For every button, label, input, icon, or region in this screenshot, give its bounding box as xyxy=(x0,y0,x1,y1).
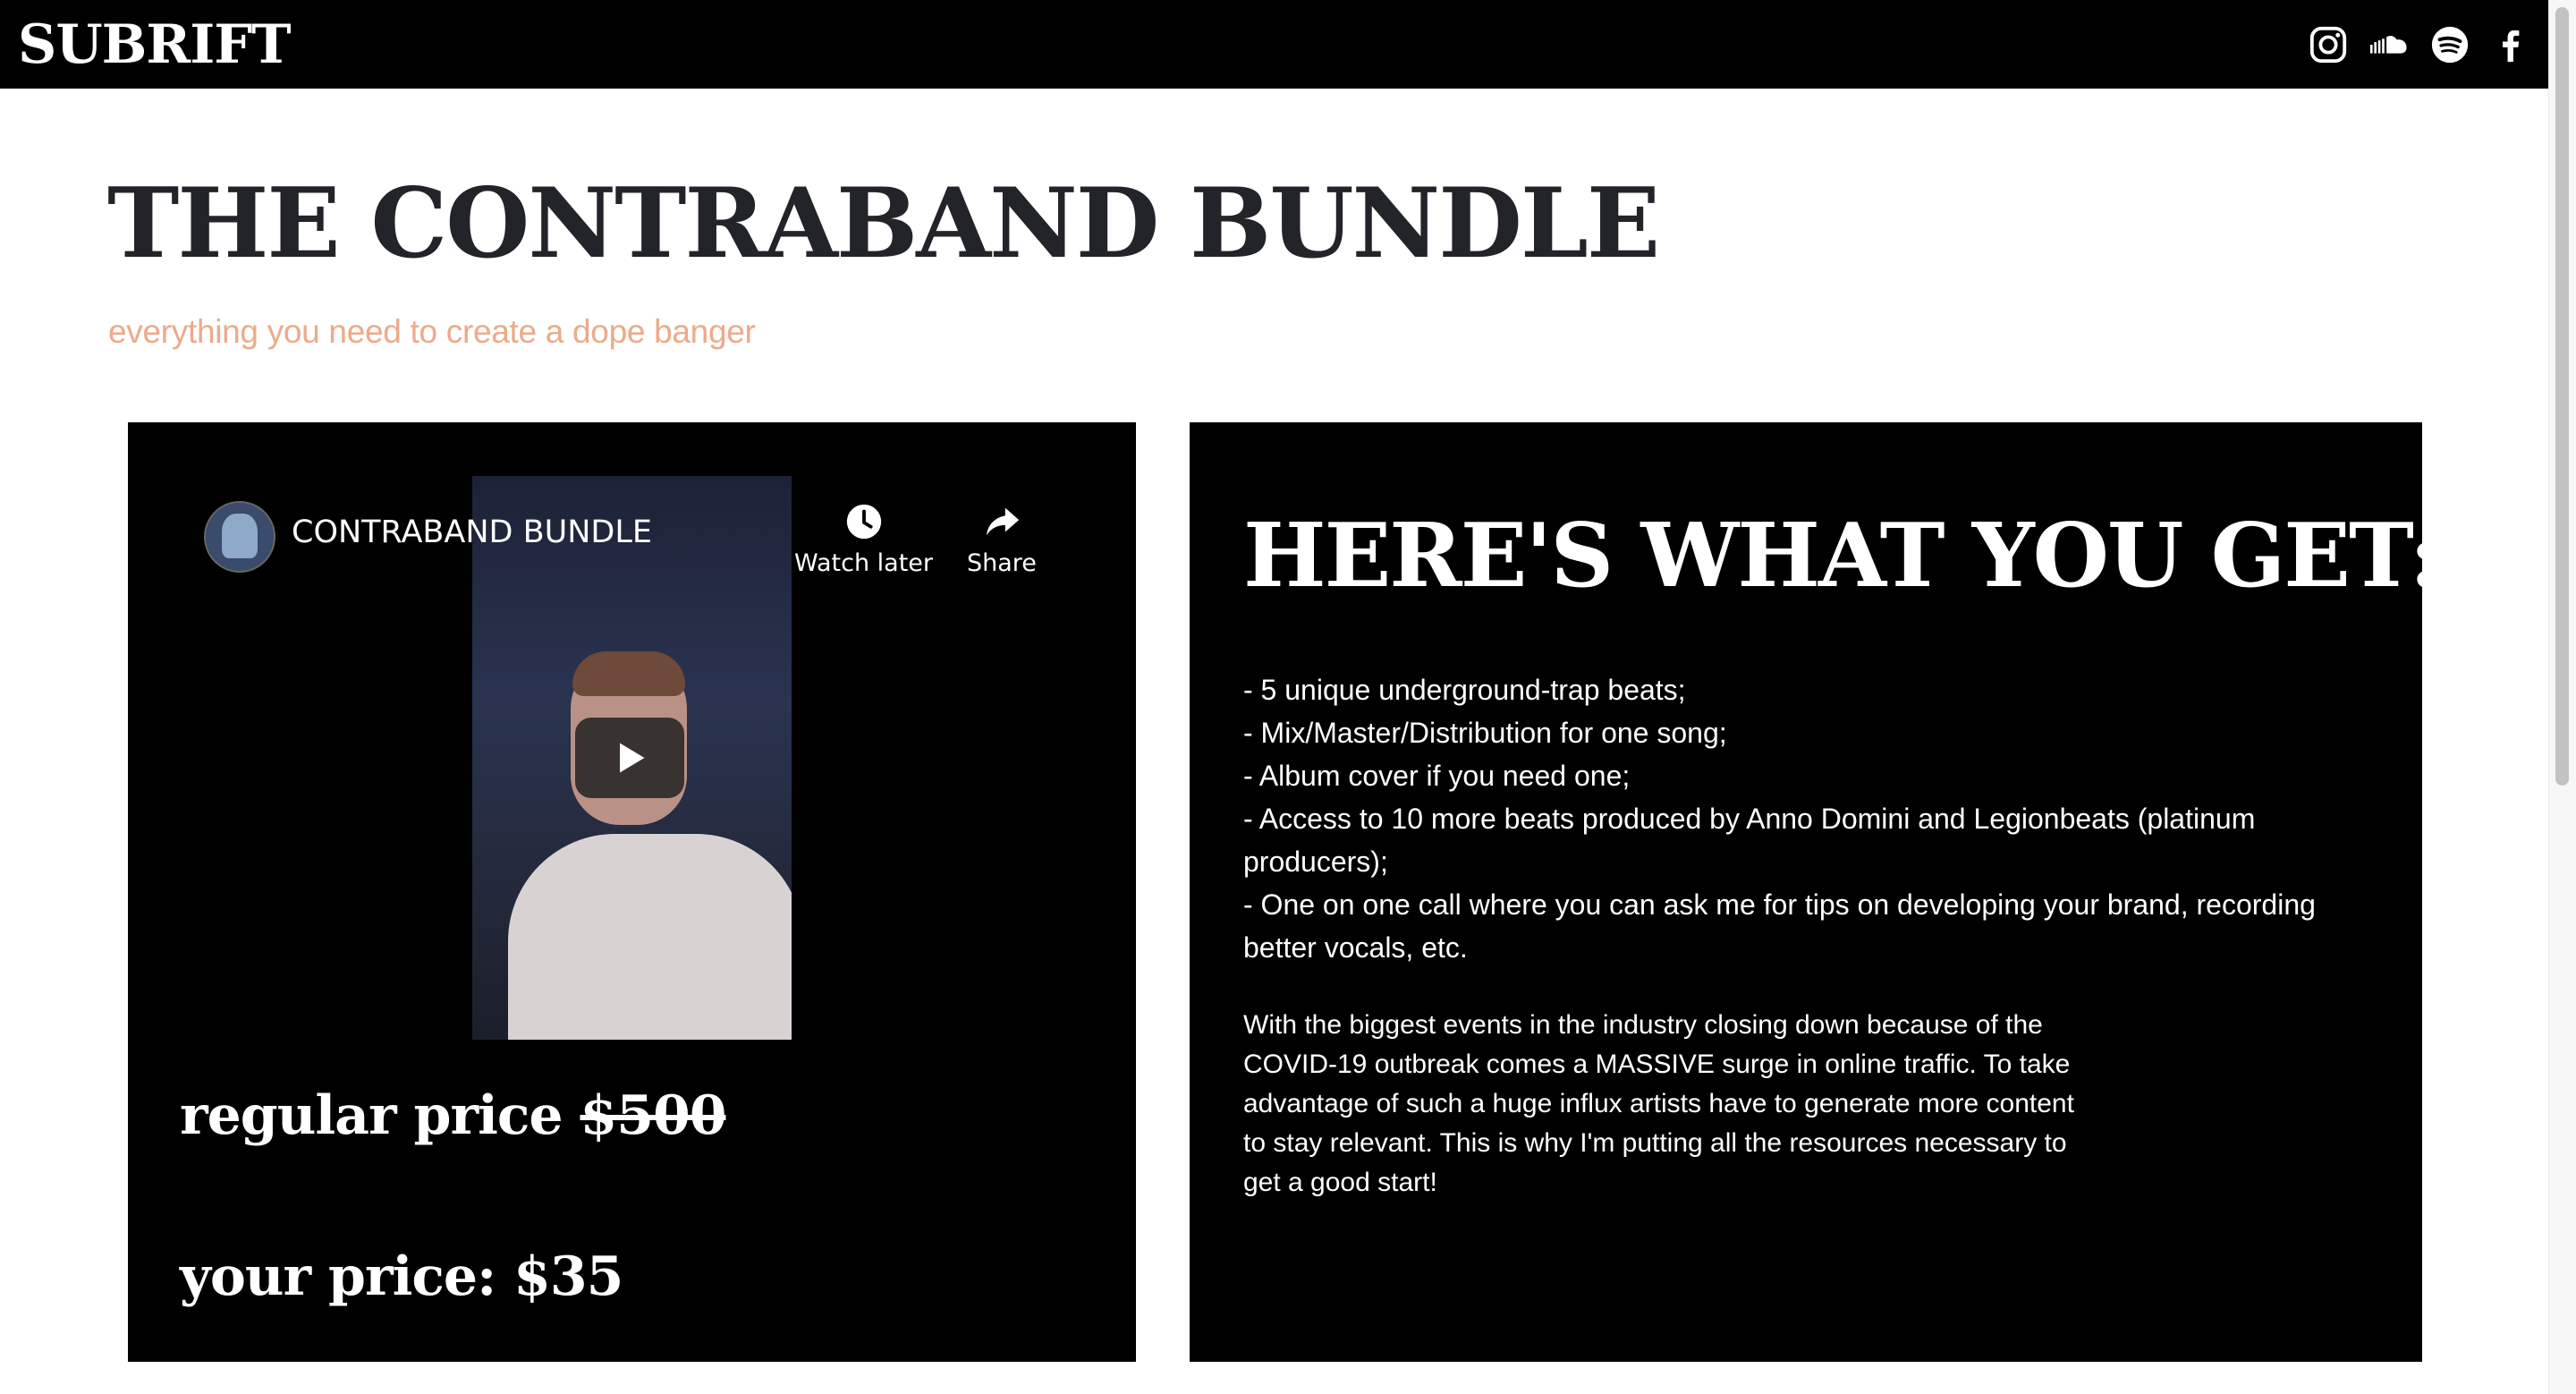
list-item: - Mix/Master/Distribution for one song; xyxy=(1243,717,1727,749)
video-title[interactable]: CONTRABAND BUNDLE xyxy=(292,514,652,550)
video-player[interactable] xyxy=(472,476,792,1040)
list-item: - One on one call where you can ask me f… xyxy=(1243,888,2316,964)
spotify-icon[interactable] xyxy=(2426,18,2474,72)
top-navigation-bar: SUBRIFT xyxy=(0,0,2549,89)
vertical-scrollbar[interactable] xyxy=(2548,0,2576,1394)
watch-later-button[interactable]: Watch later xyxy=(794,501,933,577)
your-price: your price: $35 xyxy=(180,1245,623,1308)
channel-avatar[interactable] xyxy=(204,501,275,573)
page-title: THE CONTRABAND BUNDLE xyxy=(107,167,1660,280)
clock-icon xyxy=(846,504,881,540)
offer-details-card: HERE'S WHAT YOU GET: - 5 unique undergro… xyxy=(1190,422,2442,1362)
regular-price-amount: $500 xyxy=(580,1084,726,1147)
facebook-icon[interactable] xyxy=(2487,18,2535,72)
play-button[interactable] xyxy=(575,718,684,798)
site-logo[interactable]: SUBRIFT xyxy=(18,7,292,82)
offer-title: HERE'S WHAT YOU GET: xyxy=(1243,505,2442,608)
scrollbar-thumb[interactable] xyxy=(2555,7,2569,786)
regular-price-label: regular price xyxy=(180,1084,580,1147)
regular-price: regular price $500 xyxy=(180,1084,726,1147)
list-item: - 5 unique underground-trap beats; xyxy=(1243,674,1686,706)
share-icon xyxy=(986,507,1020,536)
video-thumbnail-figure xyxy=(508,834,792,1040)
offer-paragraph: With the biggest events in the industry … xyxy=(1243,1010,2074,1197)
benefits-list: - 5 unique underground-trap beats; - Mix… xyxy=(1243,668,2379,969)
share-button[interactable]: Share xyxy=(967,501,1037,577)
page-subtitle: everything you need to create a dope ban… xyxy=(108,313,756,350)
list-item: - Access to 10 more beats produced by An… xyxy=(1243,803,2256,878)
video-pricing-card: CONTRABAND BUNDLE Watch later Share regu… xyxy=(128,422,1136,1362)
video-thumbnail-hair xyxy=(572,651,685,696)
soundcloud-icon[interactable] xyxy=(2365,18,2413,72)
instagram-icon[interactable] xyxy=(2304,18,2352,72)
share-label: Share xyxy=(967,549,1037,577)
list-item: - Album cover if you need one; xyxy=(1243,760,1631,792)
social-links xyxy=(2304,18,2535,72)
play-icon xyxy=(620,743,645,773)
watch-later-label: Watch later xyxy=(794,549,933,577)
